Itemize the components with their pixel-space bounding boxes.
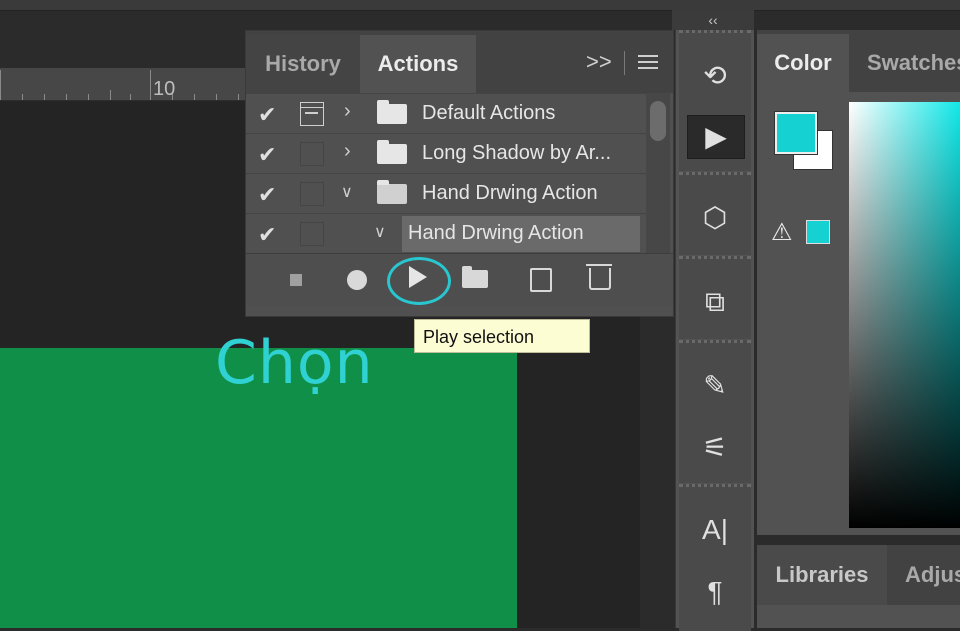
dialog-toggle-icon[interactable] [300,222,324,246]
chevron-down-icon[interactable]: ∨ [341,182,353,202]
panel-menu-icon[interactable] [638,55,658,73]
checkmark-icon[interactable]: ✔ [258,142,276,168]
action-set-row[interactable]: ✔ ∨ Hand Drwing Action [246,173,646,214]
icon-group: ✎ ⚟ [679,340,751,483]
gamut-warning-icon[interactable]: ⚠ [771,218,793,247]
color-panel: Color Swatches ⚠ [757,30,960,535]
panel-body [757,605,960,628]
top-bar [0,0,960,11]
folder-icon [377,100,407,124]
ruler-tick [130,94,131,100]
icon-group: ⬡ [679,172,751,255]
ruler-tick [110,90,111,100]
icon-group: ⧉ [679,256,751,339]
stop-icon[interactable] [290,274,302,286]
panel-tab-bar: History Actions >> [246,31,673,93]
new-action-icon[interactable] [530,268,552,292]
chevron-down-icon[interactable]: ∨ [374,222,386,242]
dialog-toggle-icon[interactable] [300,102,324,126]
tab-history[interactable]: History [246,35,360,93]
ruler-number: 10 [153,78,176,100]
action-set-label: Hand Drwing Action [422,182,598,204]
icon-group: A| ¶ [679,484,751,631]
panel-tab-bar: Color Swatches [757,30,960,92]
gamut-color-swatch[interactable] [806,220,830,244]
ruler-tick [66,94,67,100]
ruler-tick [150,70,151,100]
tab-color[interactable]: Color [757,34,849,92]
folder-open-icon [377,180,407,204]
ruler-tick [44,94,45,100]
ruler-tick [238,94,239,100]
action-set-row[interactable]: ✔ › Default Actions [246,93,646,134]
actions-toolbar [246,253,673,306]
chevron-right-icon[interactable]: › [344,140,351,163]
tooltip: Play selection [414,319,590,353]
overlay-caption: Chọn [215,328,374,398]
icon-group: ⟲ ▶ [679,30,751,171]
brushes-icon[interactable]: ✎ [687,365,743,407]
ruler-tick [194,94,195,100]
action-label: Hand Drwing Action [408,222,584,244]
scroll-thumb[interactable] [650,101,666,141]
tab-swatches[interactable]: Swatches [849,34,960,92]
foreground-color-swatch[interactable] [774,111,818,155]
panel-collapse-button[interactable]: >> [586,49,612,75]
tab-actions[interactable]: Actions [360,35,476,93]
ruler-tick [0,70,1,100]
new-set-icon[interactable] [462,266,488,288]
action-set-label: Long Shadow by Ar... [422,142,612,164]
divider [624,51,625,75]
color-picker-field[interactable] [849,102,960,528]
folder-icon [377,140,407,164]
paragraph-icon[interactable]: ¶ [687,571,743,613]
trash-icon[interactable] [586,264,612,290]
ruler-tick [216,94,217,100]
action-set-label: Default Actions [422,102,556,124]
dialog-toggle-icon[interactable] [300,142,324,166]
character-icon[interactable]: A| [687,509,743,551]
transform-icon[interactable]: ⧉ [687,281,743,323]
brush-settings-icon[interactable]: ⚟ [687,427,743,469]
libraries-panel: Libraries Adjus [757,545,960,628]
play-icon[interactable]: ▶ [687,115,745,159]
history-brush-icon[interactable]: ⟲ [687,55,743,97]
action-row[interactable]: ✔ ∨ Hand Drwing Action [246,213,646,254]
checkmark-icon[interactable]: ✔ [258,102,276,128]
record-icon[interactable] [347,270,367,290]
panel-icon-strip: ⟲ ▶ ⬡ ⧉ ✎ ⚟ A| ¶ [675,30,754,631]
ruler-tick [88,94,89,100]
play-icon[interactable] [409,266,427,288]
ruler-tick [22,94,23,100]
action-set-row[interactable]: ✔ › Long Shadow by Ar... [246,133,646,174]
horizontal-ruler: 10 [0,68,245,101]
checkmark-icon[interactable]: ✔ [258,222,276,248]
collapse-panels-button[interactable]: ‹‹ [672,10,754,30]
3d-icon[interactable]: ⬡ [687,197,743,239]
chevron-right-icon[interactable]: › [344,100,351,123]
tab-libraries[interactable]: Libraries [757,545,887,605]
checkmark-icon[interactable]: ✔ [258,182,276,208]
scrollbar[interactable] [646,93,670,253]
actions-panel: History Actions >> ✔ › Default Actions ✔… [245,30,674,317]
tab-adjustments[interactable]: Adjus [905,545,960,605]
dialog-toggle-icon[interactable] [300,182,324,206]
